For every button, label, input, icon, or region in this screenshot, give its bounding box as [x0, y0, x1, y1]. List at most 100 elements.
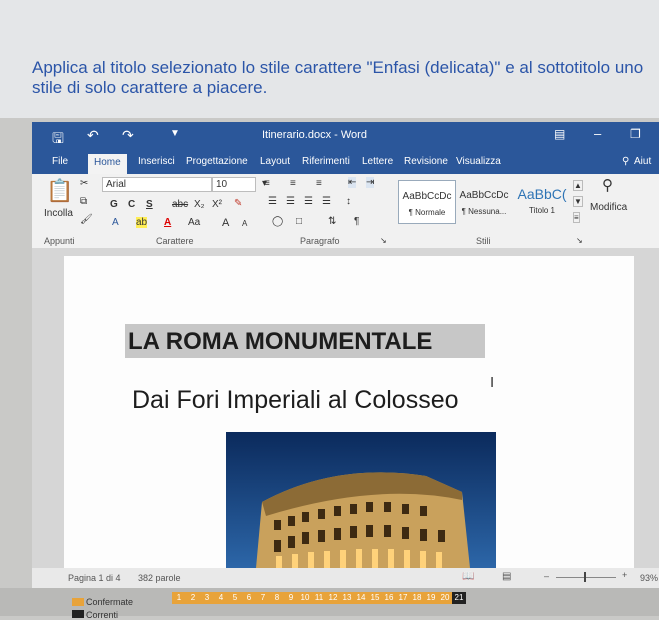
tab-references[interactable]: Riferimenti: [302, 156, 350, 167]
tab-layout[interactable]: Layout: [260, 156, 290, 167]
paragraph-launcher-icon[interactable]: ↘: [380, 236, 387, 245]
zoom-in-icon[interactable]: +: [622, 570, 627, 580]
borders-icon[interactable]: □: [296, 216, 302, 227]
superscript-button[interactable]: X²: [212, 199, 222, 210]
clear-format-icon[interactable]: ✎: [234, 198, 242, 209]
underline-button[interactable]: S: [146, 199, 153, 210]
style-normal[interactable]: AaBbCcDc ¶ Normale: [398, 180, 456, 224]
question-number-8[interactable]: 8: [270, 592, 284, 604]
strikethrough-button[interactable]: abc: [172, 199, 188, 210]
show-marks-icon[interactable]: ¶: [354, 216, 359, 227]
redo-icon[interactable]: ↷: [122, 127, 134, 144]
font-size-input[interactable]: 10: [212, 177, 256, 192]
question-number-3[interactable]: 3: [200, 592, 214, 604]
font-name-input[interactable]: Arial: [102, 177, 212, 192]
style-normal-name: ¶ Normale: [408, 208, 446, 217]
colosseum-image[interactable]: [226, 432, 496, 568]
multilevel-list-icon[interactable]: ≡: [316, 178, 322, 189]
highlight-icon[interactable]: ab: [136, 217, 148, 228]
bold-button[interactable]: G: [110, 199, 118, 210]
word-count[interactable]: 382 parole: [138, 573, 181, 583]
customize-qat-icon[interactable]: ▼: [170, 128, 180, 139]
copy-icon[interactable]: ⧉: [80, 196, 87, 207]
question-number-12[interactable]: 12: [326, 592, 340, 604]
question-number-13[interactable]: 13: [340, 592, 354, 604]
modify-icon[interactable]: ⚲: [602, 176, 613, 194]
question-number-21[interactable]: 21: [452, 592, 466, 604]
subscript-button[interactable]: X₂: [194, 199, 205, 210]
decrease-indent-icon[interactable]: ⇤: [348, 177, 357, 188]
question-number-19[interactable]: 19: [424, 592, 438, 604]
question-number-16[interactable]: 16: [382, 592, 396, 604]
font-color-icon[interactable]: A: [164, 217, 171, 228]
tab-mailings[interactable]: Lettere: [362, 156, 393, 167]
style-heading-1[interactable]: AaBbC( Titolo 1: [514, 180, 570, 222]
zoom-slider-thumb[interactable]: [584, 572, 586, 582]
question-number-5[interactable]: 5: [228, 592, 242, 604]
read-mode-icon[interactable]: 📖: [462, 571, 474, 582]
grow-font-button[interactable]: A: [222, 217, 229, 229]
shrink-font-button[interactable]: A: [242, 219, 247, 228]
line-spacing-icon[interactable]: ↕: [346, 196, 351, 207]
italic-button[interactable]: C: [128, 199, 135, 210]
align-right-icon[interactable]: ☰: [304, 196, 313, 207]
undo-icon[interactable]: ↶: [87, 127, 99, 144]
tab-home[interactable]: Home: [88, 154, 127, 174]
align-center-icon[interactable]: ☰: [286, 196, 295, 207]
paste-label[interactable]: Incolla: [44, 208, 73, 219]
tab-view[interactable]: Visualizza: [456, 156, 501, 167]
ribbon-display-icon[interactable]: ▤: [554, 127, 565, 141]
change-case-button[interactable]: Aa: [188, 217, 200, 228]
question-number-20[interactable]: 20: [438, 592, 452, 604]
question-number-1[interactable]: 1: [172, 592, 186, 604]
shading-icon[interactable]: ◯: [272, 216, 283, 227]
question-number-9[interactable]: 9: [284, 592, 298, 604]
styles-scroll-up-icon[interactable]: ▲: [573, 180, 583, 191]
zoom-slider[interactable]: [556, 577, 616, 578]
increase-indent-icon[interactable]: ⇥: [366, 177, 375, 188]
styles-more-icon[interactable]: ≡: [573, 212, 580, 223]
question-number-strip: 1 2 3 4 5 6 7 8 9 10 11 12 13 14 15 16 17 18 19 20 21: [172, 588, 632, 616]
question-number-7[interactable]: 7: [256, 592, 270, 604]
style-no-spacing-preview: AaBbCcDc: [459, 190, 509, 201]
ribbon-tabs: File Home Inserisci Progettazione Layout…: [32, 150, 659, 174]
restore-icon[interactable]: ❐: [630, 127, 641, 141]
zoom-level[interactable]: 93%: [640, 573, 658, 583]
text-effects-icon[interactable]: A: [112, 217, 119, 228]
document-subtitle[interactable]: Dai Fori Imperiali al Colosseo: [132, 386, 459, 415]
align-left-icon[interactable]: ☰: [268, 196, 277, 207]
modify-button[interactable]: Modifica: [590, 202, 627, 213]
question-number-6[interactable]: 6: [242, 592, 256, 604]
group-label-paragraph: Paragrafo: [300, 236, 340, 246]
tab-review[interactable]: Revisione: [404, 156, 448, 167]
page-count[interactable]: Pagina 1 di 4: [68, 573, 121, 583]
question-number-11[interactable]: 11: [312, 592, 326, 604]
cut-icon[interactable]: ✂: [80, 178, 88, 189]
sort-icon[interactable]: ⇅: [328, 216, 336, 227]
paste-icon[interactable]: 📋: [46, 178, 73, 204]
question-number-15[interactable]: 15: [368, 592, 382, 604]
save-icon[interactable]: 🖫: [52, 128, 64, 152]
tell-me-input[interactable]: Aiut: [634, 156, 651, 167]
justify-icon[interactable]: ☰: [322, 196, 331, 207]
question-number-2[interactable]: 2: [186, 592, 200, 604]
styles-scroll-down-icon[interactable]: ▼: [573, 196, 583, 207]
tab-insert[interactable]: Inserisci: [138, 156, 175, 167]
format-painter-icon[interactable]: 🖌: [80, 214, 93, 225]
zoom-out-icon[interactable]: –: [544, 571, 549, 581]
tab-design[interactable]: Progettazione: [186, 156, 248, 167]
print-layout-icon[interactable]: ▤: [502, 571, 511, 582]
style-no-spacing-name: ¶ Nessuna...: [461, 207, 507, 216]
minimize-icon[interactable]: –: [594, 126, 601, 141]
styles-launcher-icon[interactable]: ↘: [576, 236, 583, 245]
question-number-14[interactable]: 14: [354, 592, 368, 604]
style-no-spacing[interactable]: AaBbCcDc ¶ Nessuna...: [456, 180, 512, 222]
question-number-4[interactable]: 4: [214, 592, 228, 604]
document-title[interactable]: LA ROMA MONUMENTALE: [128, 328, 432, 356]
question-number-18[interactable]: 18: [410, 592, 424, 604]
question-number-17[interactable]: 17: [396, 592, 410, 604]
numbering-icon[interactable]: ≡: [290, 178, 296, 189]
tab-file[interactable]: File: [52, 156, 68, 167]
question-number-10[interactable]: 10: [298, 592, 312, 604]
bullets-icon[interactable]: ≡: [264, 178, 270, 189]
